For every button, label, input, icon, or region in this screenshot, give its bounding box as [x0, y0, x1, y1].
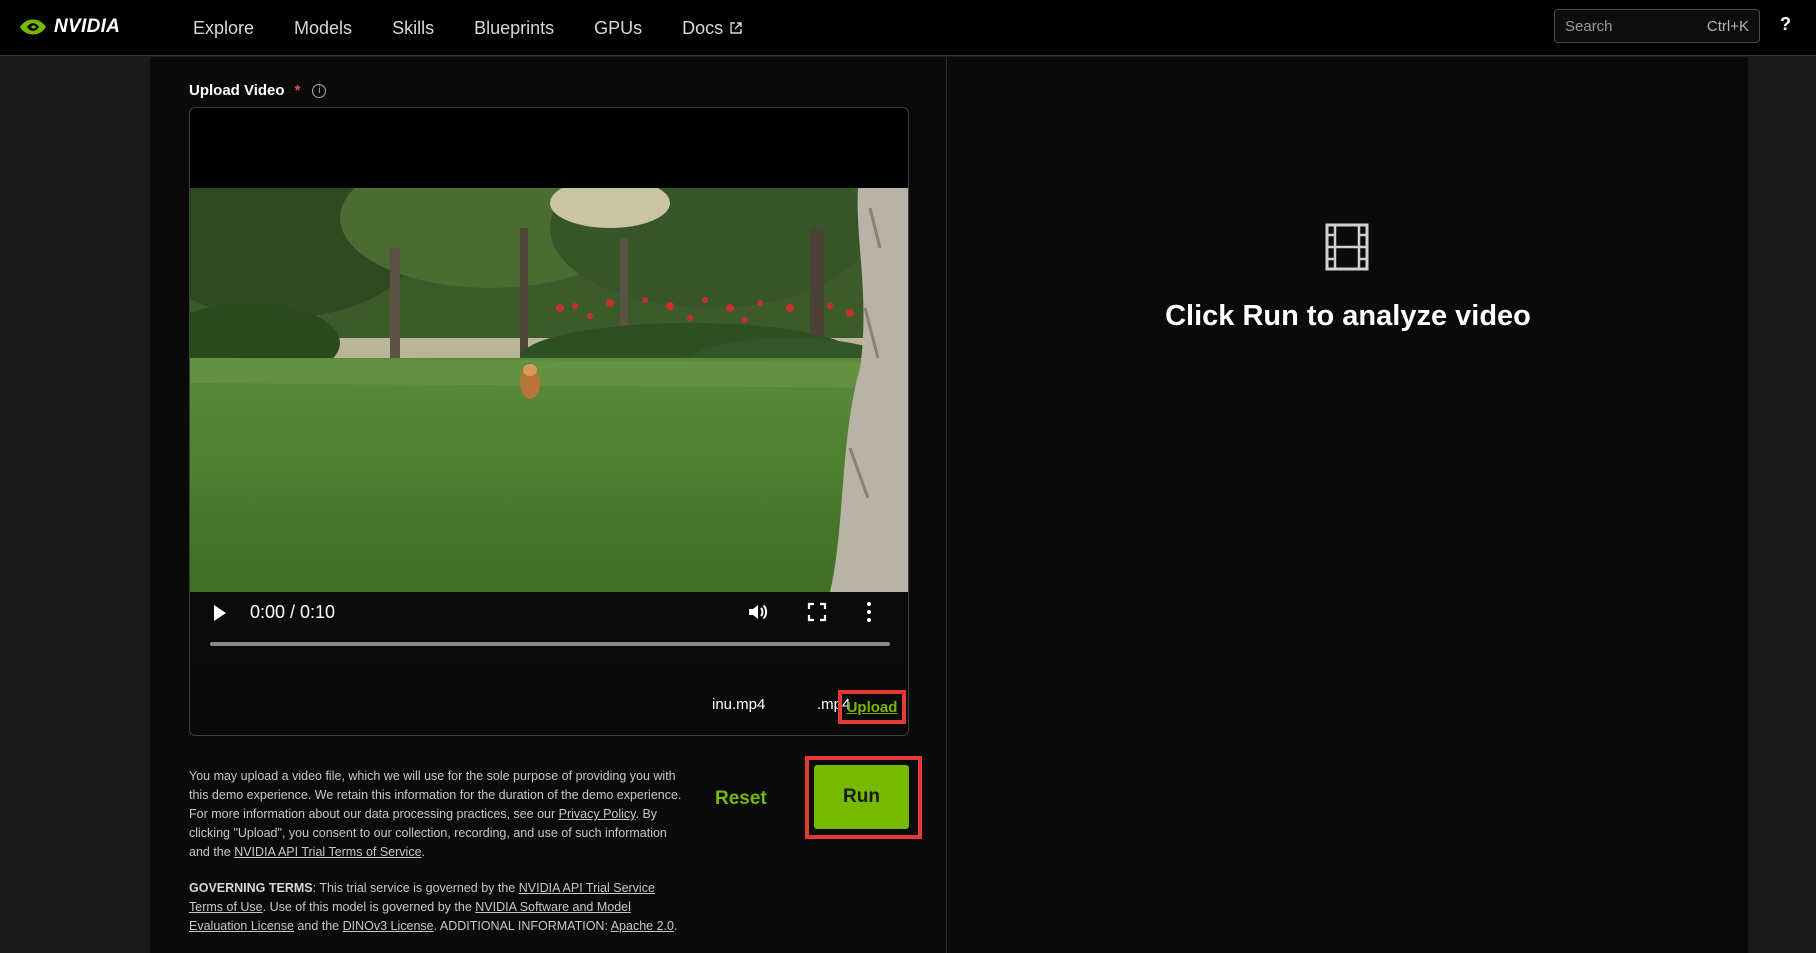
- file-row: inu.mp4 .mp4 Upload: [190, 670, 908, 736]
- top-nav: NVIDIA Explore Models Skills Blueprints …: [0, 0, 1816, 56]
- search-input[interactable]: [1565, 17, 1675, 35]
- governing-terms: GOVERNING TERMS: This trial service is g…: [189, 879, 689, 936]
- upload-box: 0:00 / 0:10 inu.mp4 .mp4 Upload: [189, 107, 909, 736]
- nav-docs-label: Docs: [682, 17, 724, 38]
- volume-icon[interactable]: [746, 600, 770, 624]
- search-box[interactable]: Ctrl+K: [1554, 9, 1760, 43]
- governing-terms-heading: GOVERNING TERMS: [189, 881, 313, 895]
- nav-skills[interactable]: Skills: [392, 18, 434, 39]
- input-panel: Upload Video * i 0:00 / 0:10 inu.mp4 .mp…: [150, 57, 947, 953]
- nav-gpus[interactable]: GPUs: [594, 18, 642, 39]
- film-icon: [1325, 223, 1369, 271]
- governing-text-2: . Use of this model is governed by the: [262, 900, 476, 914]
- output-panel: Click Run to analyze video: [948, 57, 1748, 953]
- fullscreen-icon[interactable]: [806, 601, 828, 623]
- more-options-icon[interactable]: [865, 600, 873, 624]
- play-icon[interactable]: [214, 605, 226, 621]
- upload-button[interactable]: Upload: [838, 690, 906, 724]
- disclaimer-text-3: .: [421, 845, 426, 859]
- nav-blueprints[interactable]: Blueprints: [474, 18, 554, 39]
- governing-text-5: .: [673, 919, 678, 933]
- privacy-disclaimer: You may upload a video file, which we wi…: [189, 767, 689, 862]
- main-content: Upload Video * i 0:00 / 0:10 inu.mp4 .mp…: [150, 57, 1748, 953]
- governing-text-1: : This trial service is governed by the: [312, 881, 519, 895]
- external-link-icon: [730, 22, 742, 34]
- reset-button[interactable]: Reset: [715, 788, 767, 810]
- video-frame[interactable]: [190, 188, 908, 592]
- help-button[interactable]: ?: [1780, 14, 1791, 35]
- nav-menu: Explore Models Skills Blueprints GPUs Do…: [193, 0, 783, 56]
- dinov3-license-link[interactable]: DINOv3 License: [343, 919, 434, 933]
- nav-explore[interactable]: Explore: [193, 18, 254, 39]
- search-shortcut: Ctrl+K: [1706, 17, 1749, 35]
- video-progress-bar[interactable]: [210, 642, 890, 646]
- info-icon[interactable]: i: [312, 83, 327, 98]
- apache-license-link[interactable]: Apache 2.0: [611, 919, 674, 933]
- nvidia-eye-icon: [20, 19, 46, 35]
- api-terms-link[interactable]: NVIDIA API Trial Terms of Service: [234, 845, 421, 859]
- video-player[interactable]: 0:00 / 0:10: [190, 108, 908, 670]
- required-marker: *: [294, 82, 301, 99]
- file-name: inu.mp4: [712, 696, 766, 713]
- video-time: 0:00 / 0:10: [250, 602, 336, 622]
- video-thumbnail: [190, 188, 908, 592]
- upload-video-label: Upload Video * i: [189, 82, 327, 99]
- governing-text-3: and the: [293, 919, 343, 933]
- nav-models[interactable]: Models: [294, 18, 352, 39]
- analyze-prompt: Click Run to analyze video: [1165, 300, 1531, 332]
- governing-text-4: . ADDITIONAL INFORMATION:: [433, 919, 611, 933]
- run-button[interactable]: Run: [814, 765, 909, 829]
- nvidia-logo[interactable]: NVIDIA: [18, 15, 120, 39]
- nav-docs[interactable]: Docs: [682, 18, 743, 39]
- video-controls: 0:00 / 0:10: [190, 592, 908, 670]
- privacy-policy-link[interactable]: Privacy Policy: [559, 807, 636, 821]
- brand-name: NVIDIA: [54, 16, 121, 37]
- upload-label-text: Upload Video: [189, 82, 285, 99]
